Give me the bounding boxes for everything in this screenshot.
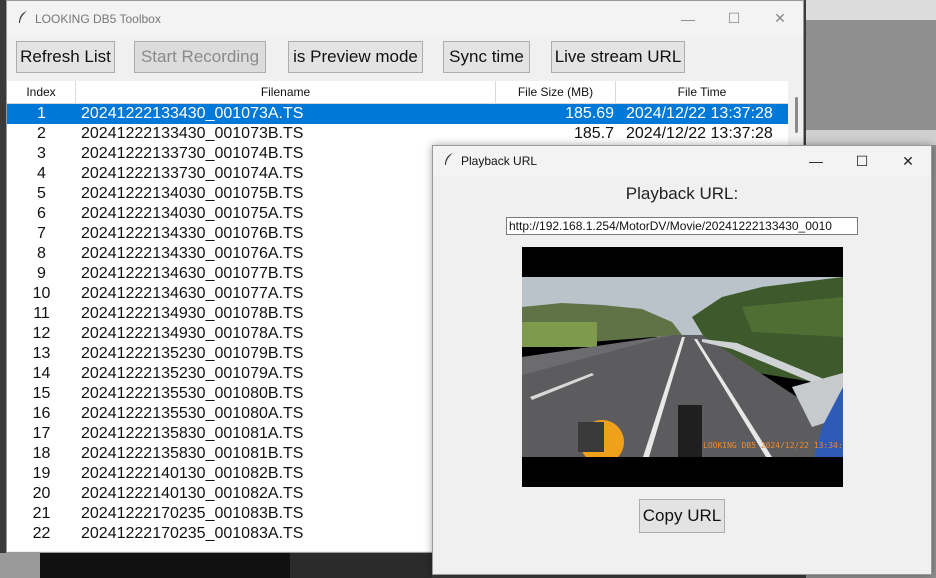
row-index: 2 (37, 125, 46, 142)
minimize-button[interactable]: — (665, 1, 711, 36)
row-index: 6 (37, 205, 46, 222)
preview-mode-button[interactable]: is Preview mode (288, 41, 423, 73)
row-index: 20 (32, 485, 51, 502)
row-filename: 20241222140130_001082B.TS (81, 465, 304, 482)
video-frame: LOOKING DB5 2024/12/22 13:34:28 (522, 277, 843, 457)
close-button[interactable]: ✕ (885, 146, 931, 176)
row-index: 11 (33, 305, 50, 322)
row-filename: 20241222134930_001078B.TS (81, 305, 304, 322)
row-filename: 20241222135830_001081A.TS (81, 425, 304, 442)
row-filename: 20241222134030_001075A.TS (81, 205, 304, 222)
row-index: 13 (32, 345, 51, 362)
refresh-list-button[interactable]: Refresh List (16, 41, 115, 73)
row-index: 16 (32, 405, 51, 422)
row-index: 7 (37, 225, 46, 242)
row-filename: 20241222170235_001083B.TS (81, 505, 304, 522)
main-titlebar[interactable]: LOOKING DB5 Toolbox — ☐ ✕ (7, 1, 803, 36)
row-index: 3 (37, 145, 46, 162)
row-file-time: 2024/12/22 13:37:28 (626, 105, 773, 122)
row-filename: 20241222133430_001073A.TS (81, 105, 304, 122)
row-index: 5 (37, 185, 46, 202)
row-index: 15 (32, 385, 51, 402)
row-filename: 20241222134630_001077B.TS (81, 265, 304, 282)
video-preview[interactable]: LOOKING DB5 2024/12/22 13:34:28 (522, 247, 843, 487)
row-filename: 20241222134330_001076B.TS (81, 225, 304, 242)
row-filename: 20241222134630_001077A.TS (81, 285, 304, 302)
header-file-time[interactable]: File Time (616, 81, 788, 103)
table-row[interactable]: 1 20241222133430_001073A.TS 185.69 2024/12/… (7, 104, 788, 124)
toolbar: Refresh List Start Recording is Preview … (7, 41, 803, 75)
row-index: 4 (37, 165, 46, 182)
playback-url-field[interactable]: http://192.168.1.254/MotorDV/Movie/20241… (506, 217, 858, 235)
row-filename: 20241222135830_001081B.TS (81, 445, 304, 462)
row-index: 9 (37, 265, 46, 282)
copy-url-button[interactable]: Copy URL (639, 499, 725, 533)
row-index: 17 (32, 425, 51, 442)
row-filename: 20241222134030_001075B.TS (81, 185, 304, 202)
video-timestamp-overlay: LOOKING DB5 2024/12/22 13:34:28 (703, 441, 843, 450)
window-title: LOOKING DB5 Toolbox (35, 12, 161, 26)
feather-icon (443, 152, 455, 169)
playback-window-title: Playback URL (461, 154, 538, 168)
row-index: 22 (32, 525, 51, 542)
close-button[interactable]: ✕ (757, 1, 803, 36)
maximize-button[interactable]: ☐ (839, 146, 885, 176)
table-row[interactable]: 2 20241222133430_001073B.TS 185.7 2024/12/2… (7, 124, 788, 144)
row-index: 14 (32, 365, 51, 382)
feather-icon (17, 10, 29, 27)
header-index[interactable]: Index (7, 81, 76, 103)
sync-time-button[interactable]: Sync time (443, 41, 530, 73)
minimize-button[interactable]: — (793, 146, 839, 176)
playback-titlebar[interactable]: Playback URL — ☐ ✕ (433, 146, 931, 176)
row-filename: 20241222170235_001083A.TS (81, 525, 304, 542)
row-index: 18 (32, 445, 51, 462)
row-filename: 20241222135530_001080B.TS (81, 385, 304, 402)
row-index: 21 (32, 505, 51, 522)
row-file-size: 185.7 (573, 125, 614, 142)
row-filename: 20241222135530_001080A.TS (81, 405, 304, 422)
row-file-size: 185.69 (565, 105, 614, 122)
row-filename: 20241222133730_001074B.TS (81, 145, 304, 162)
table-header: Index Filename File Size (MB) File Time (7, 81, 788, 104)
row-filename: 20241222134330_001076A.TS (81, 245, 304, 262)
row-filename: 20241222133730_001074A.TS (81, 165, 304, 182)
row-index: 19 (32, 465, 51, 482)
header-filename[interactable]: Filename (76, 81, 496, 103)
row-filename: 20241222133430_001073B.TS (81, 125, 304, 142)
live-stream-url-button[interactable]: Live stream URL (551, 41, 685, 73)
desktop-taskbar-area (0, 553, 432, 578)
playback-url-label: Playback URL: (625, 184, 739, 203)
playback-window: Playback URL — ☐ ✕ Playback URL: http://… (432, 145, 932, 575)
row-file-time: 2024/12/22 13:37:28 (626, 125, 773, 142)
row-filename: 20241222134930_001078A.TS (81, 325, 304, 342)
header-file-size[interactable]: File Size (MB) (496, 81, 616, 103)
row-index: 8 (37, 245, 46, 262)
row-index: 10 (32, 285, 51, 302)
row-index: 1 (37, 105, 46, 122)
start-recording-button[interactable]: Start Recording (134, 41, 266, 73)
maximize-button[interactable]: ☐ (711, 1, 757, 36)
row-filename: 20241222135230_001079A.TS (81, 365, 304, 382)
row-filename: 20241222140130_001082A.TS (81, 485, 304, 502)
row-index: 12 (32, 325, 51, 342)
row-filename: 20241222135230_001079B.TS (81, 345, 304, 362)
vertical-scrollbar[interactable] (795, 97, 798, 133)
